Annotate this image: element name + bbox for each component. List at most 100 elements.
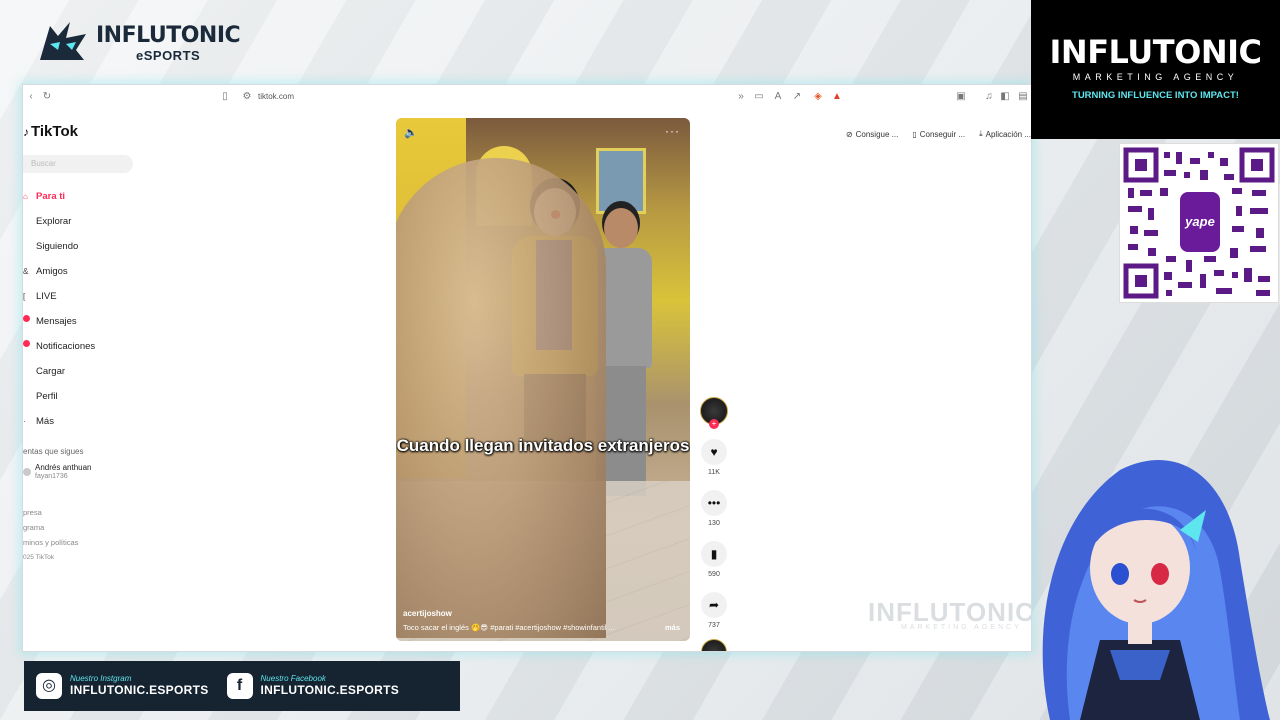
comment-count: 130	[708, 520, 720, 527]
avatar	[23, 467, 31, 476]
chip-label: Conseguir ...	[919, 129, 966, 139]
share-icon[interactable]: ↗	[791, 91, 803, 103]
sidebar-item-perfil[interactable]: Perfil	[23, 384, 95, 409]
address-bar: ‹ ↻ ▯ ⚙ tiktok.com » ▭ A ↗ ◈ ▲ ▣ ♫ ◧ ▤	[23, 85, 1031, 109]
sidebar-item-label: Mensajes	[36, 316, 77, 327]
more-options-icon[interactable]: ···	[665, 124, 680, 138]
comment-icon[interactable]: •••	[701, 490, 727, 516]
tiktok-logo-text: TikTok	[31, 123, 78, 140]
sidebar-toggle-icon[interactable]: ◧	[999, 91, 1011, 103]
more-icon: ·	[23, 417, 26, 426]
following-account[interactable]: Andrés anthuan fayan1736	[23, 463, 92, 480]
sidebar-item-label: Siguiendo	[36, 241, 79, 252]
vtuber-avatar	[1042, 460, 1270, 720]
sidebar-item-siguiendo[interactable]: Siguiendo	[23, 234, 95, 259]
screen-icon[interactable]: ▭	[753, 91, 765, 103]
device-icon: ▯	[912, 129, 917, 139]
url-text[interactable]: tiktok.com	[258, 92, 294, 101]
qr-code: yape	[1119, 143, 1279, 303]
back-icon[interactable]: ‹	[25, 91, 37, 103]
share-action[interactable]: ➦ 737	[699, 592, 729, 629]
sidebar-item-para-ti[interactable]: ⌂ Para ti	[23, 184, 95, 209]
video-scene-woman	[396, 158, 606, 638]
save-action[interactable]: ▮ 590	[699, 541, 729, 578]
esports-brand-sub: eSPORTS	[136, 47, 201, 63]
browser-window: ‹ ↻ ▯ ⚙ tiktok.com » ▭ A ↗ ◈ ▲ ▣ ♫ ◧ ▤ ♪…	[22, 84, 1032, 652]
follow-plus-icon[interactable]: +	[709, 419, 719, 429]
sidebar-item-label: Explorar	[36, 216, 72, 227]
sidebar-item-label: Más	[36, 416, 54, 427]
download-icon: ⤓	[979, 129, 983, 138]
rewards-icon[interactable]: ▲	[831, 91, 843, 103]
friends-icon: &	[23, 267, 29, 276]
search-input[interactable]: Buscar	[23, 155, 133, 173]
video-player[interactable]: 🔈 ··· Cuando llegan invitados extranjero…	[396, 118, 690, 641]
sidebar-item-label: LIVE	[36, 291, 57, 302]
volume-icon[interactable]: 🔈	[404, 126, 418, 139]
instagram-handle: INFLUTONIC.ESPORTS	[70, 682, 209, 697]
sidebar-item-notificaciones[interactable]: Notificaciones	[23, 334, 95, 359]
tiktok-logo[interactable]: ♪ TikTok	[23, 123, 78, 140]
following-accounts-title: entas que sigues	[23, 447, 84, 456]
save-count: 590	[708, 571, 720, 578]
chip-consigue[interactable]: ⊘ Consigue ...	[846, 129, 898, 139]
notifications-badge	[23, 340, 30, 347]
sidebar-item-amigos[interactable]: & Amigos	[23, 259, 95, 284]
wallet-icon[interactable]: ▤	[1017, 91, 1029, 103]
facebook-handle: INFLUTONIC.ESPORTS	[260, 682, 400, 697]
bookmark-icon[interactable]: ▮	[701, 541, 727, 567]
esports-logo: INFLUTONIC eSPORTS	[36, 20, 241, 66]
share-arrow-icon[interactable]: ➦	[701, 592, 727, 618]
comment-action[interactable]: ••• 130	[699, 490, 729, 527]
sidebar-item-label: Para ti	[36, 191, 66, 202]
sidebar-item-live[interactable]: [ LIVE	[23, 284, 95, 309]
heart-icon[interactable]: ♥	[701, 439, 727, 465]
video-caption: Cuando llegan invitados extranjeros	[396, 436, 690, 455]
sidebar-item-explorar[interactable]: Explorar	[23, 209, 95, 234]
agency-panel: INFLUTONIC MARKETING AGENCY TURNING INFL…	[1031, 0, 1280, 139]
sidebar-item-label: Notificaciones	[36, 341, 96, 352]
agency-name: INFLUTONIC	[1049, 33, 1262, 71]
site-settings-icon[interactable]: ⚙	[241, 91, 253, 103]
chip-label: Consigue ...	[855, 129, 899, 139]
sidebar-item-label: Cargar	[36, 366, 66, 377]
more-text-button[interactable]: más	[665, 623, 680, 632]
esports-brand-name: INFLUTONIC	[96, 22, 241, 48]
creator-avatar[interactable]: +	[700, 397, 728, 429]
sidebar-item-cargar[interactable]: Cargar	[23, 359, 95, 384]
agency-sub: MARKETING AGENCY	[1072, 72, 1239, 82]
media-icon[interactable]: ♫	[983, 91, 995, 103]
translate-icon[interactable]: A	[772, 91, 784, 103]
account-name: Andrés anthuan	[35, 463, 92, 472]
music-disc-icon[interactable]	[701, 639, 727, 651]
sidebar-item-mensajes[interactable]: Mensajes	[23, 309, 95, 334]
sidebar-item-label: Amigos	[36, 266, 68, 277]
chip-aplicacion[interactable]: ⤓ Aplicación ...	[979, 129, 1031, 139]
wolf-logo-icon	[40, 22, 86, 60]
read-aloud-icon[interactable]: »	[735, 91, 747, 103]
footer-links: presa grama minos y políticas 025 TikTok	[23, 505, 78, 565]
chip-label: Aplicación ...	[985, 129, 1031, 139]
instagram-link: ◎ Nuestro Instgram INFLUTONIC.ESPORTS	[36, 673, 209, 699]
bookmark-icon[interactable]: ▯	[219, 91, 231, 103]
agency-watermark-sub: MARKETING AGENCY	[901, 624, 1022, 631]
like-action[interactable]: ♥ 11K	[699, 439, 729, 476]
social-bar: ◎ Nuestro Instgram INFLUTONIC.ESPORTS f …	[24, 661, 460, 711]
top-chips: ⊘ Consigue ... ▯ Conseguir ... ⤓ Aplicac…	[846, 129, 1031, 139]
qr-label: yape	[1180, 192, 1220, 252]
sidebar-item-mas[interactable]: · Más	[23, 409, 95, 434]
footer-link[interactable]: grama	[23, 520, 78, 535]
tab-search-icon[interactable]: ▣	[955, 91, 967, 103]
footer-link[interactable]: presa	[23, 505, 78, 520]
video-description: Toco sacar el inglés 🤭😎 #parati #acertij…	[403, 623, 615, 632]
brave-shield-icon[interactable]: ◈	[812, 91, 824, 103]
sidebar-nav: ⌂ Para ti Explorar Siguiendo & Amigos [ …	[23, 184, 95, 434]
reload-icon[interactable]: ↻	[41, 91, 53, 103]
instagram-icon: ◎	[36, 673, 62, 699]
agency-tagline: TURNING INFLUENCE INTO IMPACT!	[1072, 90, 1239, 101]
video-author[interactable]: acertijoshow	[403, 609, 452, 618]
chip-conseguir[interactable]: ▯ Conseguir ...	[912, 129, 965, 139]
copyright: 025 TikTok	[23, 554, 55, 561]
messages-badge	[23, 315, 30, 322]
footer-link[interactable]: minos y políticas	[23, 535, 78, 550]
